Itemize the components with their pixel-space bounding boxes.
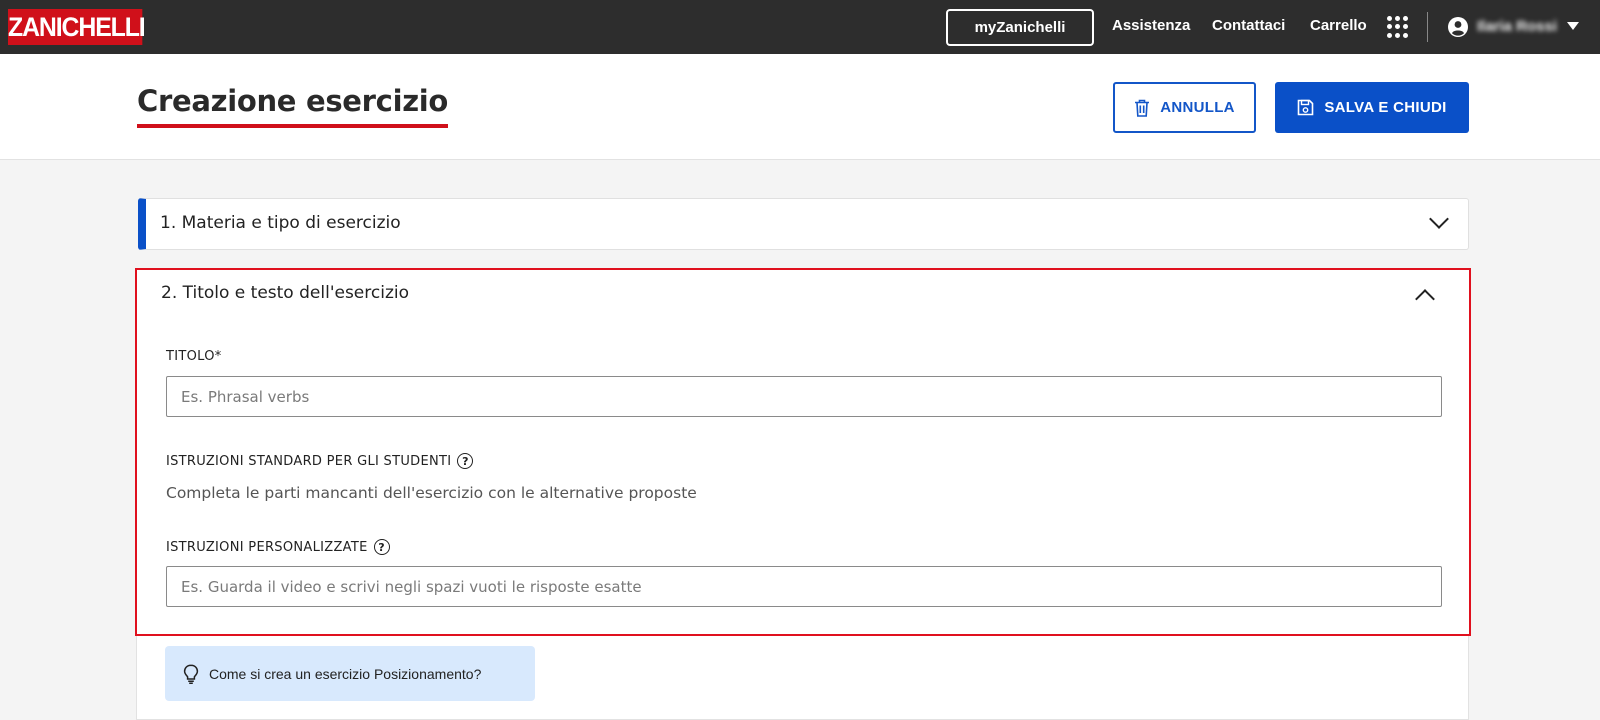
title-label-text: TITOLO*	[166, 349, 222, 364]
trash-icon	[1135, 99, 1150, 117]
help-question-icon[interactable]: ?	[373, 539, 390, 555]
help-question-icon[interactable]: ?	[457, 453, 474, 469]
chevron-down-icon[interactable]	[1429, 209, 1449, 229]
custom-instructions-input[interactable]	[166, 566, 1442, 607]
standard-instructions-text: Completa le parti mancanti dell'esercizi…	[166, 484, 697, 502]
user-name[interactable]: Ilaria Rossi	[1477, 18, 1557, 35]
chevron-up-icon[interactable]	[1415, 289, 1435, 309]
section-1-accordion[interactable]: 1. Materia e tipo di esercizio	[138, 198, 1469, 250]
my-zanichelli-button[interactable]: myZanichelli	[946, 9, 1094, 46]
floppy-disk-icon	[1298, 99, 1314, 116]
nav-link-contattaci[interactable]: Contattaci	[1212, 17, 1285, 34]
cancel-button-label: ANNULLA	[1160, 99, 1235, 116]
standard-instructions-label: ISTRUZIONI STANDARD PER GLI STUDENTI ?	[166, 453, 474, 469]
section-1-title: 1. Materia e tipo di esercizio	[160, 213, 401, 233]
page-title: Creazione esercizio	[137, 84, 448, 128]
nav-link-assistenza[interactable]: Assistenza	[1112, 17, 1190, 34]
user-icon[interactable]	[1448, 17, 1468, 37]
custom-instructions-label: ISTRUZIONI PERSONALIZZATE ?	[166, 539, 390, 555]
help-link-box[interactable]: Come si crea un esercizio Posizionamento…	[165, 646, 535, 701]
custom-instructions-label-text: ISTRUZIONI PERSONALIZZATE	[166, 539, 368, 555]
section-2-title[interactable]: 2. Titolo e testo dell'esercizio	[161, 283, 409, 303]
lightbulb-icon	[183, 663, 199, 684]
top-navigation-bar: ZANICHELLI myZanichelli Assistenza Conta…	[0, 0, 1600, 54]
apps-grid-icon[interactable]	[1387, 16, 1409, 38]
cancel-button[interactable]: ANNULLA	[1113, 82, 1256, 133]
standard-instructions-label-text: ISTRUZIONI STANDARD PER GLI STUDENTI	[166, 453, 452, 469]
zanichelli-logo[interactable]: ZANICHELLI	[8, 9, 146, 45]
page-header: Creazione esercizio ANNULLA SALVA E CHIU…	[0, 54, 1600, 160]
save-and-close-button[interactable]: SALVA E CHIUDI	[1275, 82, 1469, 133]
nav-link-carrello[interactable]: Carrello	[1310, 17, 1367, 34]
caret-down-icon[interactable]	[1567, 22, 1579, 30]
title-input[interactable]	[166, 376, 1442, 417]
section-2-accordion: 2. Titolo e testo dell'esercizio TITOLO*…	[135, 268, 1471, 636]
help-link-text[interactable]: Come si crea un esercizio Posizionamento…	[209, 666, 481, 682]
divider	[1427, 12, 1428, 42]
save-button-label: SALVA E CHIUDI	[1324, 99, 1447, 116]
title-field-label: TITOLO*	[166, 349, 222, 364]
